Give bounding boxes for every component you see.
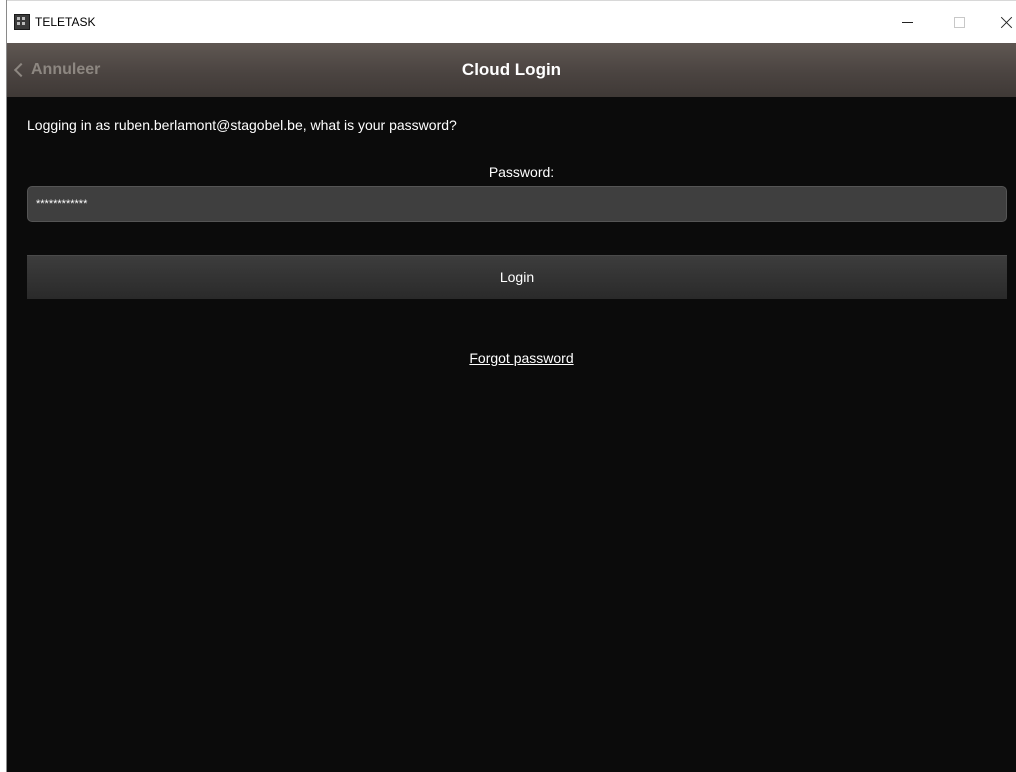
- app-header: Annuleer Cloud Login: [7, 43, 1016, 97]
- password-input[interactable]: [27, 186, 1007, 222]
- forgot-password-label[interactable]: Forgot password: [469, 350, 573, 366]
- page-title: Cloud Login: [461, 60, 562, 79]
- teletask-app-icon: [14, 14, 30, 30]
- close-icon: [1000, 16, 1013, 29]
- maximize-button[interactable]: [943, 7, 975, 37]
- window-titlebar[interactable]: TELETASK: [7, 0, 1016, 43]
- app-window: TELETASK Annuleer Cloud Login Logging in…: [6, 0, 1016, 772]
- minimize-button[interactable]: [891, 7, 923, 37]
- window-title: TELETASK: [35, 15, 96, 29]
- close-button[interactable]: [990, 7, 1016, 37]
- minimize-icon: [901, 21, 913, 23]
- password-label: Password:: [488, 164, 555, 180]
- maximize-icon: [953, 16, 965, 28]
- login-button[interactable]: Login: [27, 255, 1007, 299]
- login-prompt: Logging in as ruben.berlamont@stagobel.b…: [27, 117, 457, 133]
- forgot-password-link[interactable]: Forgot password: [7, 350, 1016, 366]
